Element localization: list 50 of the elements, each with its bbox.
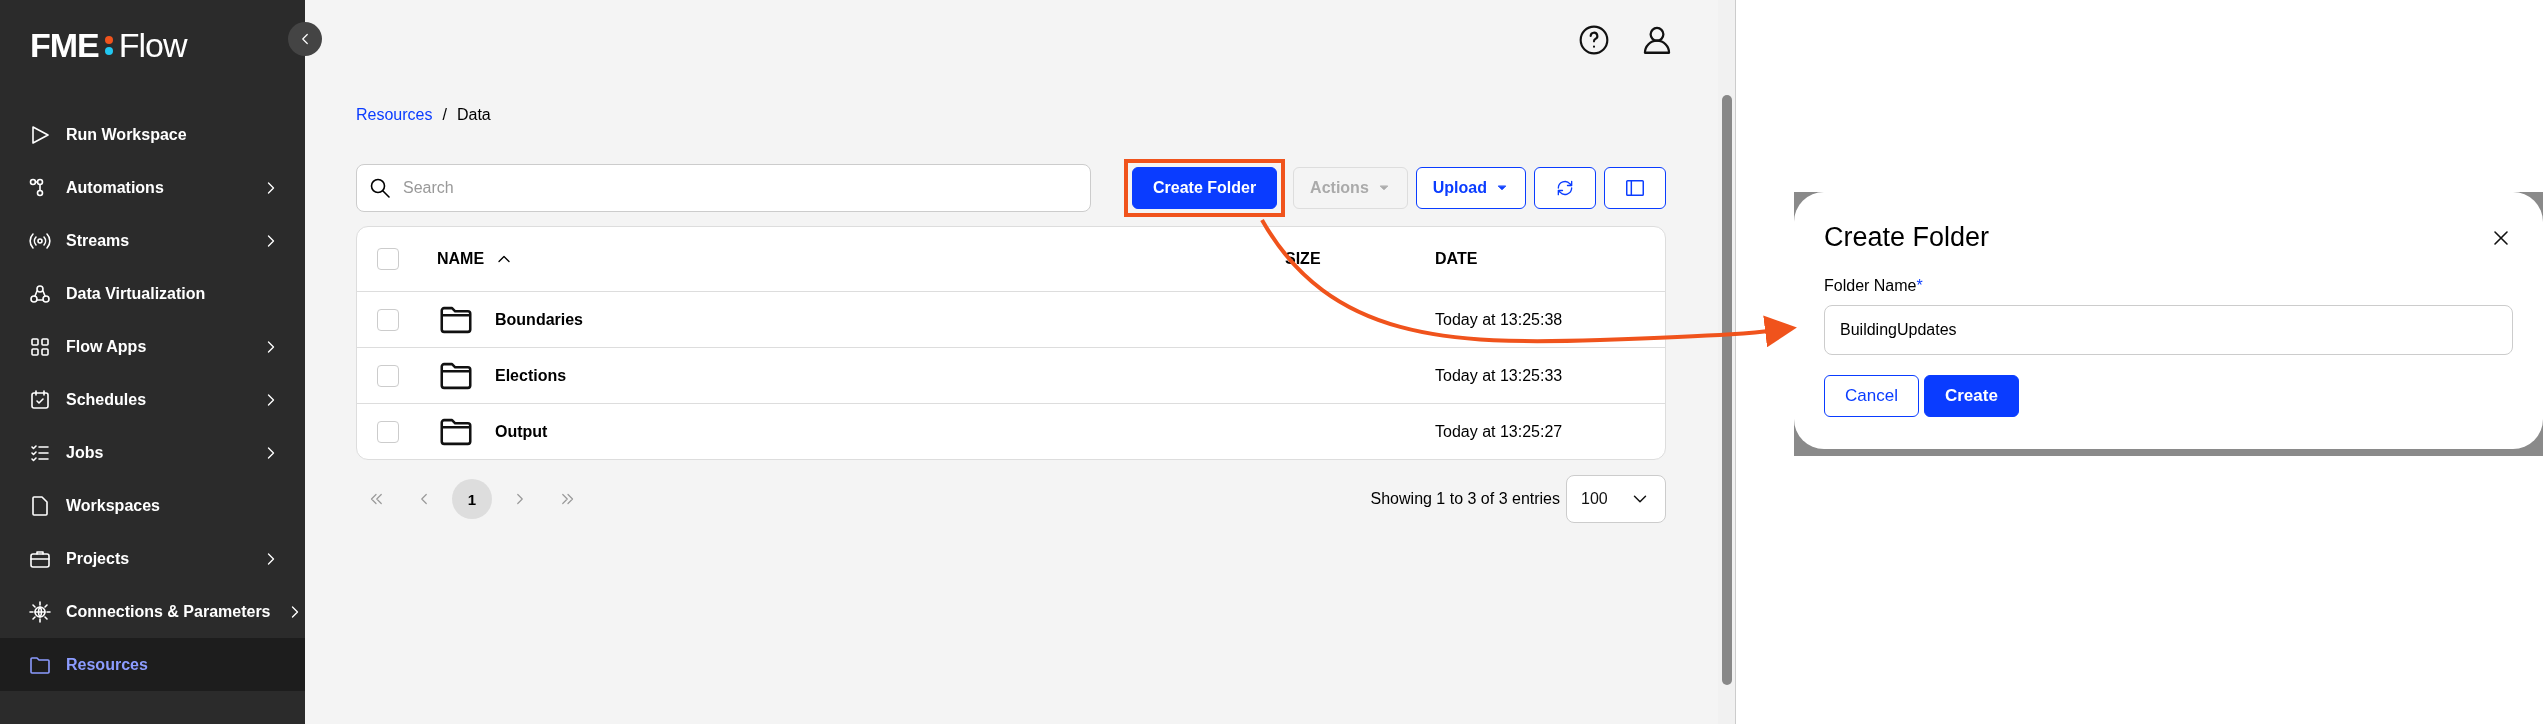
refresh-button[interactable] <box>1534 167 1596 209</box>
nav-item[interactable]: Automations <box>0 161 305 214</box>
nav-item[interactable]: Streams <box>0 214 305 267</box>
field-label: Folder Name <box>1824 277 1917 295</box>
breadcrumb-separator: / <box>442 106 447 125</box>
breadcrumb-current: Data <box>456 106 491 125</box>
columns-icon <box>1624 177 1646 199</box>
nav-item[interactable]: Resources <box>0 638 305 691</box>
logo-dots-icon <box>104 35 113 55</box>
folder-name: Output <box>495 422 548 441</box>
checkbox[interactable] <box>377 420 399 443</box>
dropdown-button[interactable]: Upload <box>1415 167 1526 209</box>
nav-item[interactable]: Workspaces <box>0 479 305 532</box>
create-folder-button[interactable]: Create Folder <box>1131 167 1278 209</box>
create-button[interactable]: Create <box>1923 375 2019 417</box>
required-mark: * <box>1916 277 1923 295</box>
globe-gear-icon <box>28 599 52 624</box>
page-size-select[interactable]: 100 <box>1566 475 1666 523</box>
nav-item[interactable]: Data Virtualization <box>0 267 305 320</box>
folder-name-field[interactable]: BuildingUpdates <box>1824 305 2513 355</box>
search-field[interactable]: Search <box>356 164 1091 212</box>
folder-name: Boundaries <box>495 310 583 329</box>
collapse-button[interactable] <box>288 22 322 56</box>
logo-text: FME <box>30 25 99 65</box>
logo-text: Flow <box>118 25 187 65</box>
checkbox[interactable] <box>377 308 399 331</box>
column-header[interactable]: NAME <box>437 249 1285 269</box>
entries-summary: Showing 1 to 3 of 3 entries <box>1370 490 1560 508</box>
checkbox[interactable] <box>377 248 399 270</box>
breadcrumb-link[interactable]: Resources <box>356 106 433 136</box>
nav-item[interactable]: Jobs <box>0 426 305 479</box>
folder-name: Elections <box>495 366 567 385</box>
date-cell-text: Today at 13:25:38 <box>1435 310 1564 329</box>
help-button[interactable] <box>1578 24 1610 56</box>
page-button[interactable]: 1 <box>452 479 492 519</box>
date-cell-text: Today at 13:25:27 <box>1435 422 1564 441</box>
columns-button[interactable] <box>1604 167 1666 209</box>
refresh-icon <box>1555 178 1575 198</box>
cancel-button[interactable]: Cancel <box>1824 375 1919 417</box>
date-cell-text: Today at 13:25:33 <box>1435 366 1564 385</box>
checkbox[interactable] <box>377 364 399 387</box>
nav-item[interactable]: Connections & Parameters <box>0 585 305 638</box>
dialog-title: Create Folder <box>1824 222 1990 253</box>
nav-item[interactable]: Run Workspace <box>0 108 305 161</box>
calendar-icon <box>28 387 52 412</box>
nav-item[interactable]: Projects <box>0 532 305 585</box>
nav-item[interactable]: Flow Apps <box>0 320 305 373</box>
column-header[interactable]: DATE <box>1435 250 1665 268</box>
help-icon <box>1578 24 1610 56</box>
nav-item[interactable]: Schedules <box>0 373 305 426</box>
